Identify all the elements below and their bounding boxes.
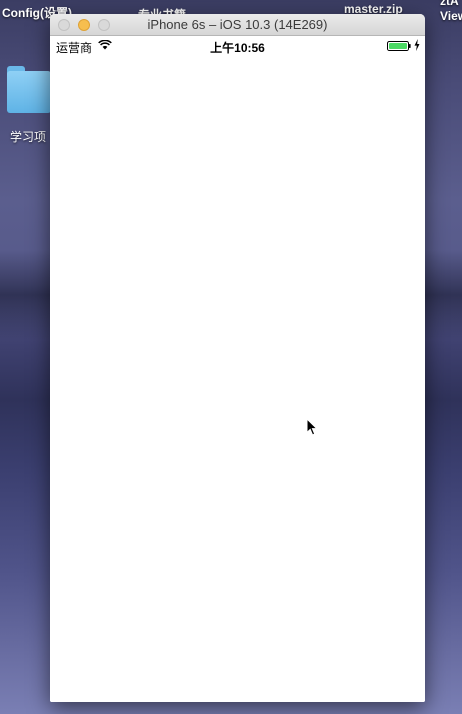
desktop-folder-label[interactable]: 学习项 [10, 128, 46, 145]
ios-statusbar: 运营商 上午10:56 [50, 36, 425, 56]
simulator-window[interactable]: iPhone 6s – iOS 10.3 (14E269) 运营商 上午10:5… [50, 14, 425, 702]
folder-icon[interactable] [7, 66, 51, 114]
window-titlebar[interactable]: iPhone 6s – iOS 10.3 (14E269) [50, 14, 425, 36]
mouse-cursor-icon [306, 418, 318, 436]
window-title: iPhone 6s – iOS 10.3 (14E269) [147, 17, 328, 32]
charging-bolt-icon [414, 39, 420, 51]
ios-screen[interactable]: 运营商 上午10:56 [50, 36, 425, 702]
desktop-label-right-top[interactable]: ztA [440, 0, 459, 8]
status-time: 上午10:56 [210, 41, 265, 55]
folder-body [7, 71, 51, 113]
desktop-label-right-second[interactable]: View [440, 9, 462, 23]
battery-icon [387, 41, 411, 51]
